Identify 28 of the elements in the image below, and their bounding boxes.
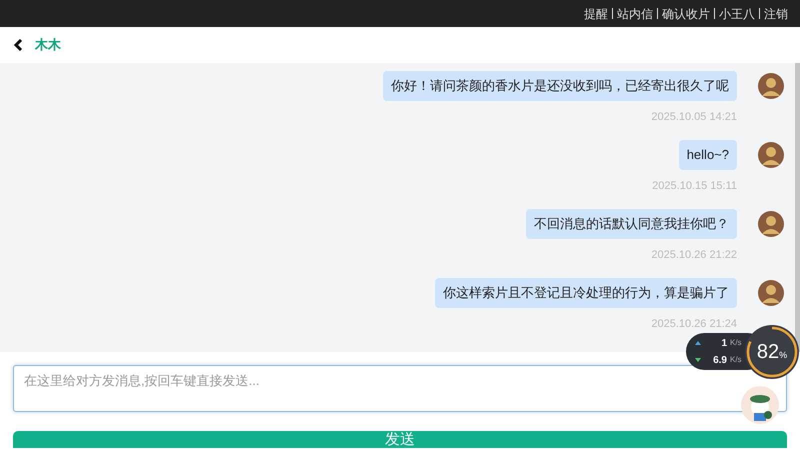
- speed-unit: K/s: [730, 354, 743, 366]
- nav-link[interactable]: 小王八: [719, 4, 755, 22]
- message-time: 2025.10.05 14:21: [651, 110, 737, 125]
- nav-link[interactable]: 注销: [764, 4, 788, 22]
- message-bubble: 你这样索片且不登记且冷处理的行为，算是骗片了: [435, 278, 737, 308]
- nav-link[interactable]: 站内信: [617, 4, 653, 22]
- up-arrow-icon: [694, 340, 702, 346]
- download-speed: 6.9: [713, 354, 727, 368]
- avatar-icon[interactable]: [758, 211, 784, 237]
- scrollbar[interactable]: [795, 63, 800, 352]
- message-bubble: 不回消息的话默认同意我挂你吧？: [526, 209, 737, 239]
- message-bubble: hello~?: [678, 140, 737, 170]
- nav-link[interactable]: 提醒: [584, 4, 608, 22]
- message-time: 2025.10.15 15:11: [652, 179, 737, 194]
- avatar-icon[interactable]: [758, 280, 784, 306]
- message-bubble: 你好！请问茶颜的香水片是还没收到吗，已经寄出很久了呢: [383, 71, 737, 101]
- avatar-icon[interactable]: [758, 73, 784, 99]
- down-arrow-icon: [694, 357, 702, 363]
- upload-speed: 1: [721, 336, 727, 350]
- avatar-icon[interactable]: [758, 142, 784, 168]
- back-icon[interactable]: [14, 39, 23, 51]
- nav-link[interactable]: 确认收片: [662, 4, 710, 22]
- message-time: 2025.10.26 21:22: [651, 248, 737, 263]
- usage-percent: 82: [756, 340, 780, 365]
- percent-sign: %: [779, 349, 788, 362]
- message-input[interactable]: 在这里给对方发消息,按回车键直接发送...: [13, 365, 787, 412]
- message-time: 2025.10.26 21:24: [651, 317, 737, 332]
- speed-unit: K/s: [730, 337, 743, 349]
